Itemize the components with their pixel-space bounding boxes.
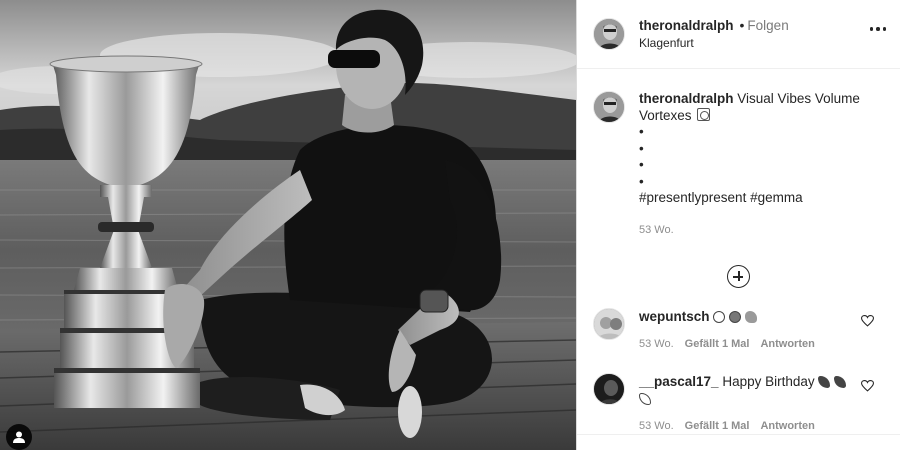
comment-item: wepuntsch 53 Wo. Gefällt 1 Mal Antworten (593, 308, 884, 353)
caption-bullet: • (639, 173, 644, 189)
comment-text: Happy Birthday (722, 374, 815, 389)
comment-username[interactable]: __pascal17_ (639, 374, 719, 389)
separator-dot: • (739, 16, 745, 33)
caption-time[interactable]: 53 Wo. (639, 222, 879, 239)
flexed-biceps-icon (744, 311, 757, 323)
comment-avatar[interactable] (593, 308, 625, 340)
reply-button[interactable]: Antworten (760, 420, 814, 432)
instagram-post: theronaldralph • Folgen Klagenfurt thero… (0, 0, 900, 450)
gray-circle-icon (729, 311, 742, 323)
post-side-panel: theronaldralph • Folgen Klagenfurt thero… (576, 0, 900, 450)
more-options-icon[interactable] (869, 27, 886, 31)
avatar-image (594, 92, 624, 122)
comment-time[interactable]: 53 Wo. (639, 420, 674, 432)
comment-meta: 53 Wo. Gefällt 1 Mal Antworten (639, 336, 854, 353)
post-header: theronaldralph • Folgen Klagenfurt (577, 0, 900, 69)
reply-button[interactable]: Antworten (760, 338, 814, 350)
avatar-image (594, 309, 624, 339)
plus-circle-icon (727, 265, 750, 288)
clock-emoji-icon (697, 107, 711, 121)
caption-body: theronaldralph Visual Vibes Volume Vorte… (639, 91, 879, 238)
comment-body: __pascal17_ Happy Birthday 53 Wo. Gefällt… (639, 373, 854, 435)
caption-hashtags[interactable]: #presentlypresent #gemma (639, 190, 879, 207)
comments-list: theronaldralph Visual Vibes Volume Vorte… (577, 69, 900, 435)
caption: theronaldralph Visual Vibes Volume Vorte… (593, 91, 884, 238)
caption-bullet: • (639, 140, 644, 156)
comment-likes[interactable]: Gefällt 1 Mal (685, 338, 750, 350)
comment-time[interactable]: 53 Wo. (639, 338, 674, 350)
tagged-users-icon[interactable] (6, 424, 32, 450)
caption-avatar[interactable] (593, 91, 625, 123)
comment-meta: 53 Wo. Gefällt 1 Mal Antworten (639, 418, 854, 435)
party-popper-icon (639, 393, 651, 405)
white-circle-icon (713, 311, 726, 323)
caption-bullet: • (639, 157, 644, 172)
photo-image (0, 0, 576, 450)
comment-likes[interactable]: Gefällt 1 Mal (685, 420, 750, 432)
like-comment-heart-icon[interactable] (860, 379, 875, 397)
follow-button[interactable]: Folgen (747, 18, 788, 33)
like-comment-heart-icon[interactable] (860, 314, 875, 332)
header-text: theronaldralph • Folgen Klagenfurt (639, 17, 789, 52)
comment-item: __pascal17_ Happy Birthday 53 Wo. Gefällt… (593, 373, 884, 435)
avatar[interactable] (593, 18, 625, 50)
load-more-comments-button[interactable] (593, 265, 884, 288)
post-action-bar (577, 434, 900, 450)
party-popper-icon (818, 376, 831, 388)
caption-bullets: • • • • (639, 124, 879, 190)
comment-avatar[interactable] (593, 373, 625, 405)
post-photo[interactable] (0, 0, 576, 450)
avatar-image (594, 19, 624, 49)
party-popper-icon (834, 376, 847, 388)
location-link[interactable]: Klagenfurt (639, 36, 694, 50)
caption-bullet: • (639, 124, 644, 139)
username-link[interactable]: theronaldralph (639, 18, 734, 33)
comment-username[interactable]: wepuntsch (639, 309, 710, 324)
caption-username[interactable]: theronaldralph (639, 91, 734, 106)
avatar-image (594, 374, 624, 404)
comment-body: wepuntsch 53 Wo. Gefällt 1 Mal Antworten (639, 308, 854, 353)
